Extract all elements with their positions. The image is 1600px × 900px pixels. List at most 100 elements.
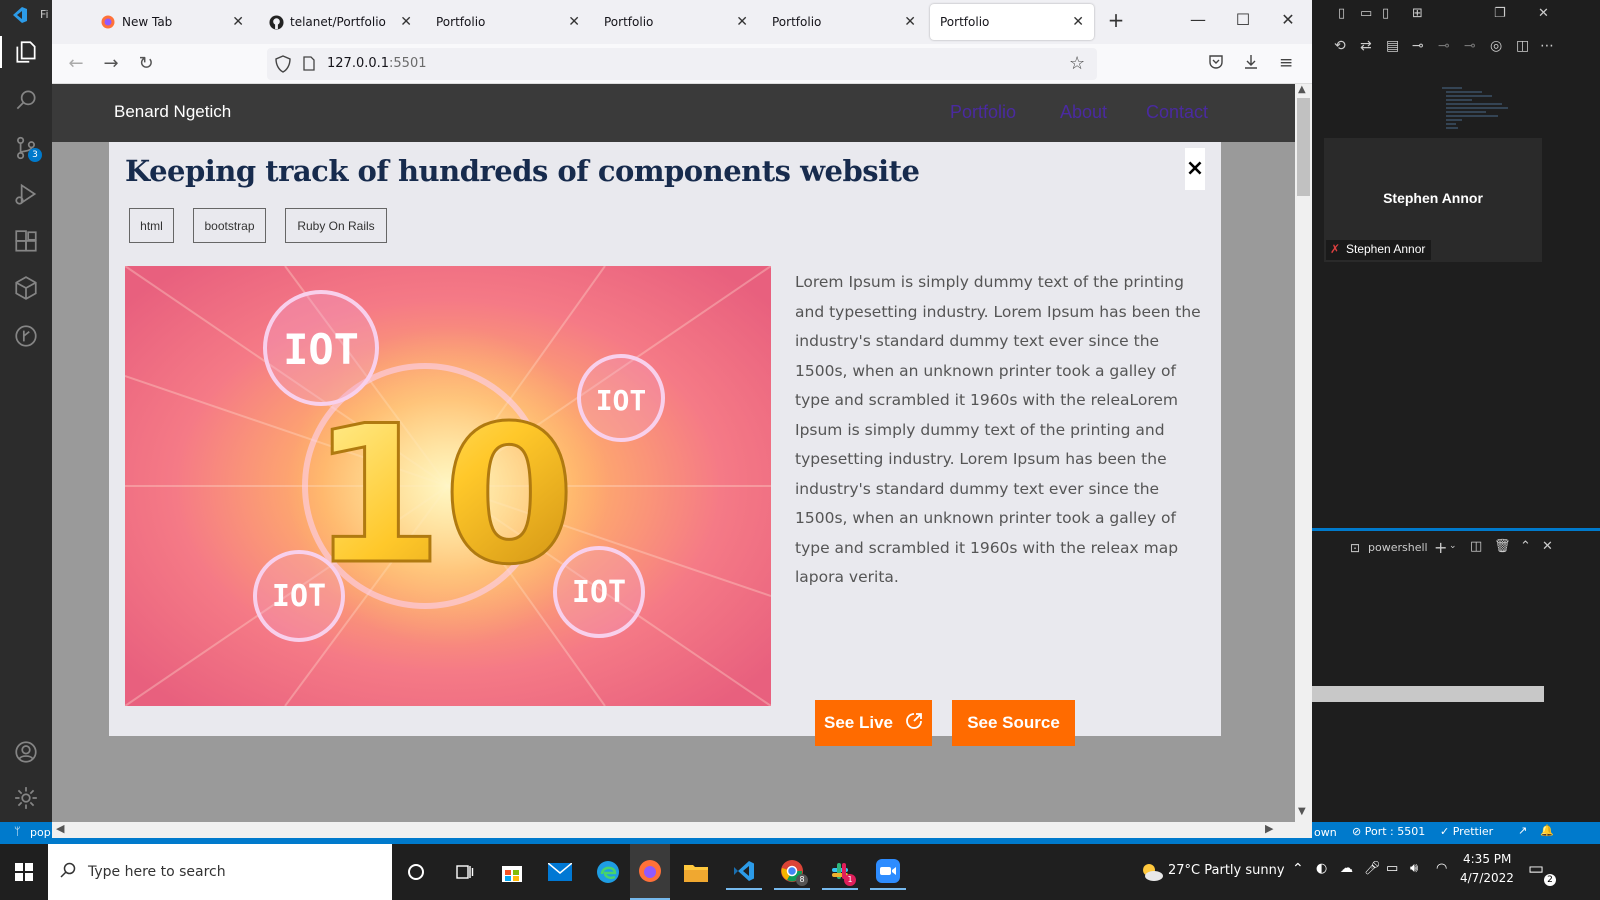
vertical-scrollbar[interactable]: ▲ ▼ bbox=[1295, 84, 1312, 822]
see-source-button[interactable]: See Source bbox=[952, 700, 1075, 746]
remote-explorer-icon[interactable] bbox=[10, 272, 42, 304]
tray-wifi-icon[interactable]: ◠ bbox=[1436, 861, 1447, 876]
nav-link-contact[interactable]: Contact bbox=[1146, 102, 1208, 123]
tab-telanet-portfolio[interactable]: telanet/Portfolio ✕ bbox=[258, 4, 422, 40]
slack-icon[interactable]: 1 bbox=[822, 854, 858, 890]
forward-arrow-icon[interactable]: → bbox=[101, 54, 121, 74]
customize-layout-icon[interactable]: ⊞ bbox=[1412, 6, 1423, 21]
tray-volume-icon[interactable]: 🔊︎ bbox=[1410, 861, 1418, 876]
tray-cloud-icon[interactable]: ☁ bbox=[1340, 861, 1353, 876]
site-brand[interactable]: Benard Ngetich bbox=[114, 102, 231, 122]
firefox-taskbar-icon[interactable] bbox=[630, 844, 670, 900]
tray-microphone-icon[interactable]: 🎤︎ bbox=[1364, 861, 1381, 876]
cortana-icon[interactable] bbox=[398, 854, 434, 890]
close-vscode-icon[interactable]: ✕ bbox=[1538, 6, 1549, 21]
clock-date[interactable]: 4/7/2022 bbox=[1460, 871, 1514, 885]
reload-icon[interactable]: ↻ bbox=[136, 54, 156, 74]
weather-partly-sunny-icon[interactable] bbox=[1134, 854, 1170, 890]
weather-text[interactable]: 27°C Partly sunny bbox=[1168, 863, 1285, 878]
vscode-taskbar-icon[interactable] bbox=[726, 854, 762, 890]
zoom-icon[interactable] bbox=[870, 854, 906, 890]
nav-link-portfolio[interactable]: Portfolio bbox=[950, 102, 1016, 123]
action-center-icon[interactable]: ▭ bbox=[1528, 859, 1544, 879]
toggle-sidebar-icon[interactable]: ▯ bbox=[1338, 6, 1345, 21]
taskbar-search-box[interactable]: Type here to search bbox=[48, 844, 392, 900]
bookmark-star-icon[interactable]: ☆ bbox=[1069, 53, 1085, 74]
git-graph-icon[interactable] bbox=[10, 320, 42, 352]
address-bar[interactable]: 127.0.0.1:5501 ☆ bbox=[267, 48, 1097, 80]
next-change-icon[interactable]: ⊸ bbox=[1464, 38, 1476, 54]
tab-portfolio[interactable]: Portfolio ✕ bbox=[594, 4, 758, 40]
extensions-icon[interactable] bbox=[10, 226, 42, 258]
compare-icon[interactable]: ⇄ bbox=[1360, 38, 1372, 54]
pocket-icon[interactable] bbox=[1208, 54, 1224, 74]
close-window-icon[interactable]: ✕ bbox=[1278, 10, 1298, 29]
source-control-icon[interactable]: 3 bbox=[10, 132, 42, 164]
nav-link-about[interactable]: About bbox=[1060, 102, 1107, 123]
prettier-status[interactable]: ✓ Prettier bbox=[1440, 825, 1493, 838]
close-tab-icon[interactable]: ✕ bbox=[1072, 14, 1084, 30]
kill-terminal-icon[interactable]: 🗑 bbox=[1494, 539, 1511, 554]
terminal-scrollbar[interactable] bbox=[1312, 686, 1544, 702]
task-view-icon[interactable] bbox=[446, 854, 482, 890]
tray-battery-icon[interactable]: ▭ bbox=[1386, 861, 1398, 876]
tab-portfolio[interactable]: Portfolio ✕ bbox=[762, 4, 926, 40]
git-lens-icon[interactable]: ◎ bbox=[1490, 38, 1502, 54]
terminal-dropdown-icon[interactable]: ⌄ bbox=[1449, 541, 1457, 551]
windows-start-icon[interactable] bbox=[6, 854, 42, 890]
microsoft-store-icon[interactable] bbox=[494, 854, 530, 890]
hamburger-menu-icon[interactable]: ≡ bbox=[1279, 53, 1293, 73]
scrollbar-thumb[interactable] bbox=[1297, 98, 1310, 196]
more-actions-icon[interactable]: ⋯ bbox=[1540, 38, 1554, 54]
edge-icon[interactable] bbox=[590, 854, 626, 890]
tracking-shield-icon[interactable] bbox=[275, 55, 291, 77]
status-branch[interactable]: ᛘ pop bbox=[0, 822, 52, 844]
notifications-bell-icon[interactable]: 🔔 bbox=[1540, 824, 1554, 837]
minimap[interactable] bbox=[1442, 86, 1512, 136]
toggle-secondary-sidebar-icon[interactable]: ▯ bbox=[1382, 6, 1389, 21]
see-live-button[interactable]: See Live bbox=[815, 700, 932, 746]
timeline-icon[interactable]: ⟲ bbox=[1334, 38, 1346, 54]
split-terminal-icon[interactable]: ◫ bbox=[1470, 539, 1482, 554]
modal-close-icon[interactable]: × bbox=[1185, 148, 1205, 190]
page-info-icon[interactable] bbox=[303, 56, 315, 75]
download-icon[interactable] bbox=[1243, 54, 1259, 74]
scroll-left-icon[interactable]: ◀ bbox=[56, 822, 64, 835]
terminal-name[interactable]: powershell bbox=[1368, 541, 1428, 554]
close-tab-icon[interactable]: ✕ bbox=[568, 14, 580, 30]
scroll-up-icon[interactable]: ▲ bbox=[1298, 84, 1306, 95]
settings-gear-icon[interactable] bbox=[10, 782, 42, 814]
tab-portfolio[interactable]: Portfolio ✕ bbox=[426, 4, 590, 40]
close-tab-icon[interactable]: ✕ bbox=[904, 14, 916, 30]
account-icon[interactable] bbox=[10, 736, 42, 768]
clock-time[interactable]: 4:35 PM bbox=[1463, 852, 1511, 866]
live-share-icon[interactable]: ↗ bbox=[1518, 824, 1527, 837]
close-tab-icon[interactable]: ✕ bbox=[736, 14, 748, 30]
previous-change-icon[interactable]: ⊸ bbox=[1438, 38, 1450, 54]
chrome-icon[interactable]: 8 bbox=[774, 854, 810, 890]
run-debug-icon[interactable] bbox=[10, 178, 42, 210]
minimize-icon[interactable]: — bbox=[1188, 10, 1208, 29]
back-arrow-icon[interactable]: ← bbox=[66, 54, 86, 74]
maximize-panel-icon[interactable]: ⌃ bbox=[1520, 539, 1531, 554]
tab-new-tab[interactable]: New Tab ✕ bbox=[90, 4, 254, 40]
horizontal-scrollbar[interactable]: ◀ ▶ bbox=[52, 822, 1312, 838]
scroll-right-icon[interactable]: ▶ bbox=[1265, 822, 1273, 835]
explorer-icon[interactable] bbox=[0, 36, 42, 68]
restore-window-icon[interactable]: ❐ bbox=[1494, 6, 1506, 21]
port-status[interactable]: ⊘ Port : 5501 bbox=[1352, 825, 1425, 838]
tray-teams-icon[interactable]: ◐ bbox=[1316, 861, 1327, 876]
close-tab-icon[interactable]: ✕ bbox=[400, 14, 412, 30]
search-icon[interactable] bbox=[10, 84, 42, 116]
preview-icon[interactable]: ▤ bbox=[1386, 38, 1399, 54]
tray-chevron-icon[interactable]: ⌃ bbox=[1292, 861, 1304, 877]
file-explorer-icon[interactable] bbox=[678, 854, 714, 890]
new-tab-plus-icon[interactable]: + bbox=[1106, 8, 1126, 32]
split-editor-icon[interactable]: ◫ bbox=[1516, 38, 1529, 54]
go-to-change-icon[interactable]: ⊸ bbox=[1412, 38, 1424, 54]
maximize-icon[interactable]: ☐ bbox=[1233, 10, 1253, 29]
toggle-panel-icon[interactable]: ▭ bbox=[1360, 6, 1372, 21]
close-panel-icon[interactable]: ✕ bbox=[1542, 539, 1553, 554]
tab-portfolio-active[interactable]: Portfolio ✕ bbox=[930, 4, 1094, 40]
new-terminal-plus-icon[interactable]: + bbox=[1434, 538, 1447, 557]
